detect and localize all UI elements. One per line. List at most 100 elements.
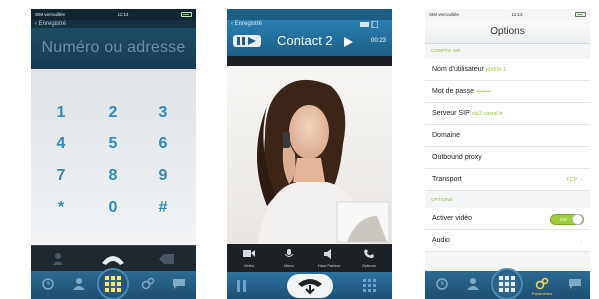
video-label: Activer vidéo — [432, 215, 473, 222]
key-0[interactable]: 0 — [98, 197, 128, 219]
speaker-icon — [324, 249, 331, 259]
tab-history[interactable] — [33, 273, 63, 297]
transport-label: Transport — [432, 176, 462, 183]
remote-video — [227, 66, 392, 244]
tab-more[interactable] — [560, 273, 590, 297]
microphone-icon — [284, 249, 294, 257]
audio-row[interactable]: Audio › — [425, 230, 590, 252]
video-camera-icon — [243, 250, 255, 257]
username-value: p0000-1 — [485, 66, 507, 73]
mic-label: Micro — [284, 263, 294, 268]
proxy-row[interactable]: Outbound proxy — [425, 147, 590, 169]
dialpad-icon — [499, 276, 515, 292]
tab-history[interactable] — [427, 273, 457, 297]
dialpad-button[interactable] — [363, 279, 379, 293]
number-input[interactable]: Numéro ou adresse — [31, 28, 196, 68]
call-screen: ‹ Enregistré Contact 2 00:23 Vidéo Micro… — [227, 9, 392, 299]
audio-label: Audio — [432, 237, 450, 244]
status-bar — [227, 9, 392, 20]
settings-tab-label: Paramètres — [531, 291, 553, 296]
video-toggle[interactable]: ON — [550, 214, 584, 225]
key-8[interactable]: 8 — [98, 165, 128, 187]
key-9[interactable]: 9 — [148, 165, 178, 187]
contacts-icon — [73, 278, 85, 290]
proxy-label: Outbound proxy — [432, 154, 482, 161]
phone-icon — [102, 256, 124, 265]
username-row[interactable]: Nom d'utilisateur p0000-1 — [425, 59, 590, 81]
toggle-knob — [572, 214, 583, 225]
chevron-right-icon: › — [580, 237, 582, 244]
clock: 11:13 — [511, 12, 523, 17]
key-1[interactable]: 1 — [46, 102, 76, 124]
section-options: OPTIONS — [431, 197, 453, 202]
back-button[interactable]: ‹ Enregistré — [31, 20, 196, 28]
battery-icon — [574, 12, 586, 17]
key-7[interactable]: 7 — [46, 165, 76, 187]
tab-settings[interactable]: Paramètres — [525, 273, 559, 297]
server-value: sip2.castel.fr — [471, 110, 503, 117]
video-row: Activer vidéo ON — [425, 208, 590, 230]
password-value: •••••••• — [476, 88, 492, 95]
password-label: Mot de passe — [432, 88, 475, 95]
video-button[interactable]: Vidéo — [231, 246, 267, 270]
pause-call-button[interactable] — [237, 279, 257, 293]
number-placeholder: Numéro ou adresse — [41, 39, 186, 56]
domain-label: Domaine — [432, 132, 461, 139]
chat-icon — [173, 279, 185, 289]
back-button[interactable]: ‹ Enregistré — [231, 21, 262, 27]
add-contact-icon — [53, 253, 63, 265]
carrier-label: SIM verrouillée — [429, 12, 460, 17]
options-button[interactable]: Options — [351, 246, 387, 270]
server-label: Serveur SIP — [432, 110, 470, 117]
pause-icon — [237, 37, 256, 45]
pause-call-icon — [237, 280, 246, 292]
call-button[interactable] — [93, 249, 133, 269]
gears-icon — [141, 277, 155, 290]
username-label: Nom d'utilisateur — [432, 66, 484, 73]
add-contact-button[interactable] — [39, 249, 79, 269]
pause-toggle[interactable] — [233, 35, 261, 47]
chevron-right-icon: › — [580, 176, 582, 183]
tab-settings[interactable] — [133, 273, 163, 297]
status-bar: SIM verrouillée 11:13 — [425, 9, 590, 20]
phone-options-icon — [364, 249, 374, 258]
video-frame — [227, 66, 392, 244]
key-2[interactable]: 2 — [98, 102, 128, 124]
key-hash[interactable]: # — [148, 197, 178, 219]
tab-more[interactable] — [164, 273, 194, 297]
tab-bar: Paramètres — [425, 268, 590, 299]
status-bar: SIM verrouillée 11:14 — [31, 9, 196, 20]
speaker-label: Haut Parleur — [317, 263, 341, 268]
server-row[interactable]: Serveur SIP sip2.castel.fr — [425, 103, 590, 125]
call-header: ‹ Enregistré Contact 2 00:23 — [227, 20, 392, 56]
clock-icon — [436, 278, 448, 290]
domain-row[interactable]: Domaine — [425, 125, 590, 147]
keypad: 1 2 3 4 5 6 7 8 9 * 0 # — [31, 69, 196, 245]
key-6[interactable]: 6 — [148, 133, 178, 155]
dialpad-icon — [363, 279, 376, 292]
mic-button[interactable]: Micro — [271, 246, 307, 270]
tab-dialer[interactable] — [97, 268, 129, 299]
play-icon — [344, 37, 353, 47]
key-4[interactable]: 4 — [46, 133, 76, 155]
page-title: Options — [425, 20, 590, 44]
transport-value-wrap: TCP › — [566, 177, 582, 183]
tab-dialer[interactable] — [491, 268, 523, 299]
tab-contacts[interactable] — [64, 273, 94, 297]
keypad-screen: SIM verrouillée 11:14 ‹ Enregistré Numér… — [31, 9, 196, 299]
key-5[interactable]: 5 — [98, 133, 128, 155]
transport-row[interactable]: Transport TCP › — [425, 169, 590, 191]
hangup-button[interactable] — [287, 274, 333, 298]
tab-contacts[interactable] — [458, 273, 488, 297]
dialpad-icon — [105, 276, 121, 292]
key-3[interactable]: 3 — [148, 102, 178, 124]
options-label: Options — [362, 263, 376, 268]
speaker-button[interactable]: Haut Parleur — [311, 246, 347, 270]
tab-bar — [31, 268, 196, 299]
password-row[interactable]: Mot de passe •••••••• — [425, 81, 590, 103]
transport-value: TCP — [566, 176, 578, 183]
options-screen: SIM verrouillée 11:13 Options COMPTE SIP… — [425, 9, 590, 299]
key-star[interactable]: * — [46, 197, 76, 219]
delete-button[interactable] — [147, 249, 187, 269]
video-label: Vidéo — [243, 263, 255, 268]
